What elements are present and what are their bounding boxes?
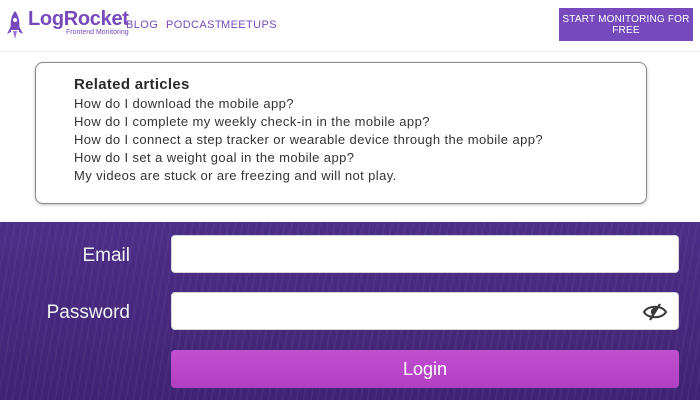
article-link-download-app[interactable]: How do I download the mobile app?: [74, 97, 634, 110]
related-articles-title: Related articles: [74, 76, 190, 93]
related-articles-card: Related articles How do I download the m…: [35, 62, 647, 204]
rocket-icon: [7, 11, 23, 39]
start-monitoring-button[interactable]: START MONITORING FOR FREE: [559, 8, 693, 41]
nav-link-meetups[interactable]: MEETUPS: [221, 19, 277, 31]
email-label: Email: [82, 245, 130, 266]
eye-slash-icon[interactable]: [642, 302, 668, 322]
login-button[interactable]: Login: [171, 350, 679, 388]
article-link-weekly-checkin[interactable]: How do I complete my weekly check-in in …: [74, 115, 634, 128]
top-navbar: LogRocket Frontend Monitoring BLOG PODCA…: [0, 0, 700, 52]
login-form: Email Password Login: [0, 222, 700, 400]
password-field[interactable]: [171, 292, 679, 330]
logorocket-logo[interactable]: LogRocket Frontend Monitoring: [7, 8, 129, 44]
logo-tagline: Frontend Monitoring: [65, 29, 129, 36]
password-label: Password: [46, 302, 130, 323]
email-field[interactable]: [171, 235, 679, 273]
nav-link-podcast[interactable]: PODCAST: [166, 19, 222, 31]
article-link-weight-goal[interactable]: How do I set a weight goal in the mobile…: [74, 151, 634, 164]
article-link-videos-stuck[interactable]: My videos are stuck or are freezing and …: [74, 169, 634, 182]
logo-wordmark: LogRocket: [28, 8, 129, 30]
nav-link-blog[interactable]: BLOG: [126, 19, 158, 31]
article-link-step-tracker[interactable]: How do I connect a step tracker or weara…: [74, 133, 634, 146]
related-articles-list: How do I download the mobile app? How do…: [74, 97, 634, 187]
